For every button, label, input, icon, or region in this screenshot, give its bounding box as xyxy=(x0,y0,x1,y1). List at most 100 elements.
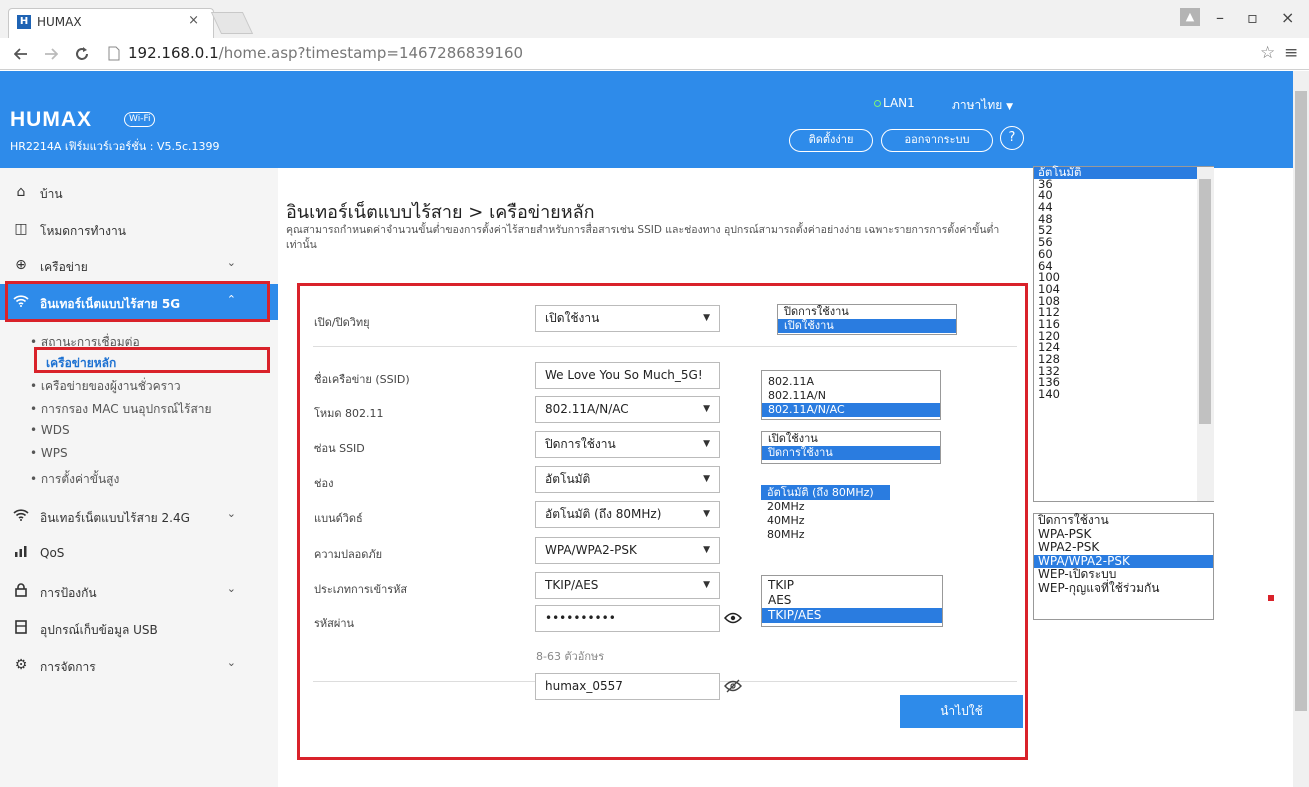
bookmark-star-icon[interactable]: ☆ xyxy=(1260,43,1275,63)
option-item[interactable]: 60 xyxy=(1034,248,1213,261)
menu-icon[interactable]: ≡ xyxy=(1284,43,1298,63)
option-item[interactable]: 48 xyxy=(1034,213,1213,226)
maximize-icon[interactable]: ▫ xyxy=(1247,8,1258,27)
option-item-selected[interactable]: WPA/WPA2-PSK xyxy=(1034,554,1213,568)
hide-ssid-select[interactable]: ปิดการใช้งาน ▼ xyxy=(535,431,720,458)
label-password: รหัสผ่าน xyxy=(314,617,355,630)
forward-icon[interactable] xyxy=(44,48,58,60)
option-item[interactable]: ปิดการใช้งาน xyxy=(1034,513,1213,528)
option-item[interactable]: 56 xyxy=(1034,236,1213,249)
option-item[interactable]: 64 xyxy=(1034,260,1213,273)
eye-slash-icon[interactable] xyxy=(724,679,742,693)
option-item[interactable]: เปิดใช้งาน xyxy=(762,432,940,446)
password-input[interactable]: •••••••••• xyxy=(535,605,720,632)
option-item[interactable]: ปิดการใช้งาน xyxy=(778,305,956,319)
option-item[interactable]: 120 xyxy=(1034,330,1213,343)
option-item-selected[interactable]: อัตโนมัติ (ถึง 80MHz) xyxy=(761,485,890,500)
option-item[interactable]: 52 xyxy=(1034,225,1213,237)
option-item-selected[interactable]: อัตโนมัติ xyxy=(1034,166,1213,179)
option-item[interactable]: 44 xyxy=(1034,201,1213,214)
minimize-icon[interactable]: – xyxy=(1216,8,1224,27)
radio-select[interactable]: เปิดใช้งาน ▼ xyxy=(535,305,720,332)
url-host: 192.168.0.1 xyxy=(128,44,219,62)
option-item[interactable]: 100 xyxy=(1034,271,1213,284)
mode-select[interactable]: 802.11A/N/AC ▼ xyxy=(535,396,720,423)
option-item[interactable]: TKIP xyxy=(762,578,942,593)
sidebar-item-label: บ้าน xyxy=(40,187,63,201)
page-title: อินเทอร์เน็ตแบบไร้สาย > เครือข่ายหลัก xyxy=(286,202,595,223)
encryption-select[interactable]: TKIP/AES ▼ xyxy=(535,572,720,599)
easy-setup-button[interactable]: ติดตั้งง่าย xyxy=(789,129,873,152)
new-tab-button[interactable] xyxy=(210,12,254,34)
humax-logo: HUMAX xyxy=(10,108,92,131)
humax-favicon-icon: H xyxy=(17,15,31,29)
channel-list-scrollbar[interactable] xyxy=(1197,167,1214,501)
sidebar-item-wireless-24g[interactable]: อินเทอร์เน็ตแบบไร้สาย 2.4G ⌄ xyxy=(0,498,278,534)
option-item-selected[interactable]: 802.11A/N/AC xyxy=(762,403,940,417)
browser-tab[interactable]: H HUMAX × xyxy=(8,8,214,38)
caret-down-icon: ▼ xyxy=(703,509,710,519)
option-item[interactable]: 20MHz xyxy=(761,500,890,514)
option-item[interactable]: 108 xyxy=(1034,295,1213,308)
apply-button[interactable]: นำไปใช้ xyxy=(900,695,1023,728)
option-item[interactable]: WEP-เปิดระบบ xyxy=(1034,567,1213,582)
option-item[interactable]: 112 xyxy=(1034,307,1213,319)
password-plain-input[interactable]: humax_0557 xyxy=(535,673,720,700)
logout-button[interactable]: ออกจากระบบ xyxy=(881,129,993,152)
subitem-advanced[interactable]: • การตั้งค่าขั้นสูง xyxy=(30,470,119,489)
sidebar-item-qos[interactable]: QoS xyxy=(0,535,278,571)
bandwidth-select[interactable]: อัตโนมัติ (ถึง 80MHz) ▼ xyxy=(535,501,720,528)
option-item[interactable]: 116 xyxy=(1034,318,1213,331)
security-select[interactable]: WPA/WPA2-PSK ▼ xyxy=(535,537,720,564)
page-scrollbar[interactable] xyxy=(1293,71,1309,787)
back-icon[interactable] xyxy=(14,48,28,60)
help-button[interactable]: ? xyxy=(1000,126,1024,150)
sidebar-item-mode[interactable]: ◫ โหมดการทำงาน xyxy=(0,211,278,247)
page-description: คุณสามารถกำหนดค่าจำนวนขั้นต่ำของการตั้งค… xyxy=(286,224,1000,251)
user-avatar-icon[interactable]: ▲ xyxy=(1180,8,1200,26)
language-select[interactable]: ภาษาไทย ▼ xyxy=(952,96,1013,115)
red-marker xyxy=(1268,595,1274,601)
option-item[interactable]: WPA-PSK xyxy=(1034,527,1213,542)
caret-down-icon: ▼ xyxy=(703,474,710,484)
bandwidth-select-value: อัตโนมัติ (ถึง 80MHz) xyxy=(545,507,662,521)
option-item[interactable]: WPA2-PSK xyxy=(1034,540,1213,555)
subitem-mac-filter[interactable]: • การกรอง MAC บนอุปกรณ์ไร้สาย xyxy=(30,400,212,419)
option-item[interactable]: 40MHz xyxy=(761,514,890,528)
option-item[interactable]: 80MHz xyxy=(761,528,890,542)
window-close-icon[interactable]: × xyxy=(1281,8,1294,27)
subitem-wps[interactable]: • WPS xyxy=(30,446,68,460)
reload-icon[interactable] xyxy=(74,46,90,62)
subitem-guest-network[interactable]: • เครือข่ายของผู้งานชั่วคราว xyxy=(30,377,181,396)
option-item[interactable]: 140 xyxy=(1034,388,1213,401)
sidebar-item-usb[interactable]: อุปกรณ์เก็บข้อมูล USB xyxy=(0,610,278,646)
option-item[interactable]: 802.11A/N xyxy=(762,389,940,403)
option-item[interactable]: 104 xyxy=(1034,283,1213,296)
sidebar-item-network[interactable]: ⊕ เครือข่าย ⌄ xyxy=(0,247,278,283)
caret-down-icon: ▼ xyxy=(703,545,710,555)
option-item[interactable]: 128 xyxy=(1034,353,1213,366)
url-field[interactable]: 192.168.0.1/home.asp?timestamp=146728683… xyxy=(104,42,1254,66)
sidebar-item-home[interactable]: ⌂ บ้าน xyxy=(0,174,278,210)
option-item-selected[interactable]: TKIP/AES xyxy=(762,608,942,623)
option-item[interactable]: 802.11A xyxy=(762,375,940,389)
scrollbar-thumb[interactable] xyxy=(1199,179,1211,424)
option-item-selected[interactable]: ปิดการใช้งาน xyxy=(762,446,940,460)
tab-close-icon[interactable]: × xyxy=(188,13,199,28)
subitem-wds[interactable]: • WDS xyxy=(30,423,70,437)
scrollbar-thumb[interactable] xyxy=(1295,91,1307,711)
option-item[interactable]: 36 xyxy=(1034,178,1213,191)
option-item-selected[interactable]: เปิดใช้งาน xyxy=(778,319,956,333)
sidebar-item-security[interactable]: การป้องกัน ⌄ xyxy=(0,573,278,609)
option-item[interactable]: AES xyxy=(762,593,942,608)
ssid-input[interactable]: We Love You So Much_5G! xyxy=(535,362,720,389)
eye-icon[interactable] xyxy=(724,612,742,624)
channel-select[interactable]: อัตโนมัติ ▼ xyxy=(535,466,720,493)
option-item[interactable]: 124 xyxy=(1034,342,1213,354)
option-item[interactable]: 40 xyxy=(1034,190,1213,202)
option-item[interactable]: 136 xyxy=(1034,377,1213,389)
wifi-icon xyxy=(12,508,30,525)
option-item[interactable]: 132 xyxy=(1034,365,1213,378)
option-item[interactable]: WEP-กุญแจที่ใช้ร่วมกัน xyxy=(1034,581,1213,596)
sidebar-item-management[interactable]: ⚙ การจัดการ ⌄ xyxy=(0,647,278,683)
